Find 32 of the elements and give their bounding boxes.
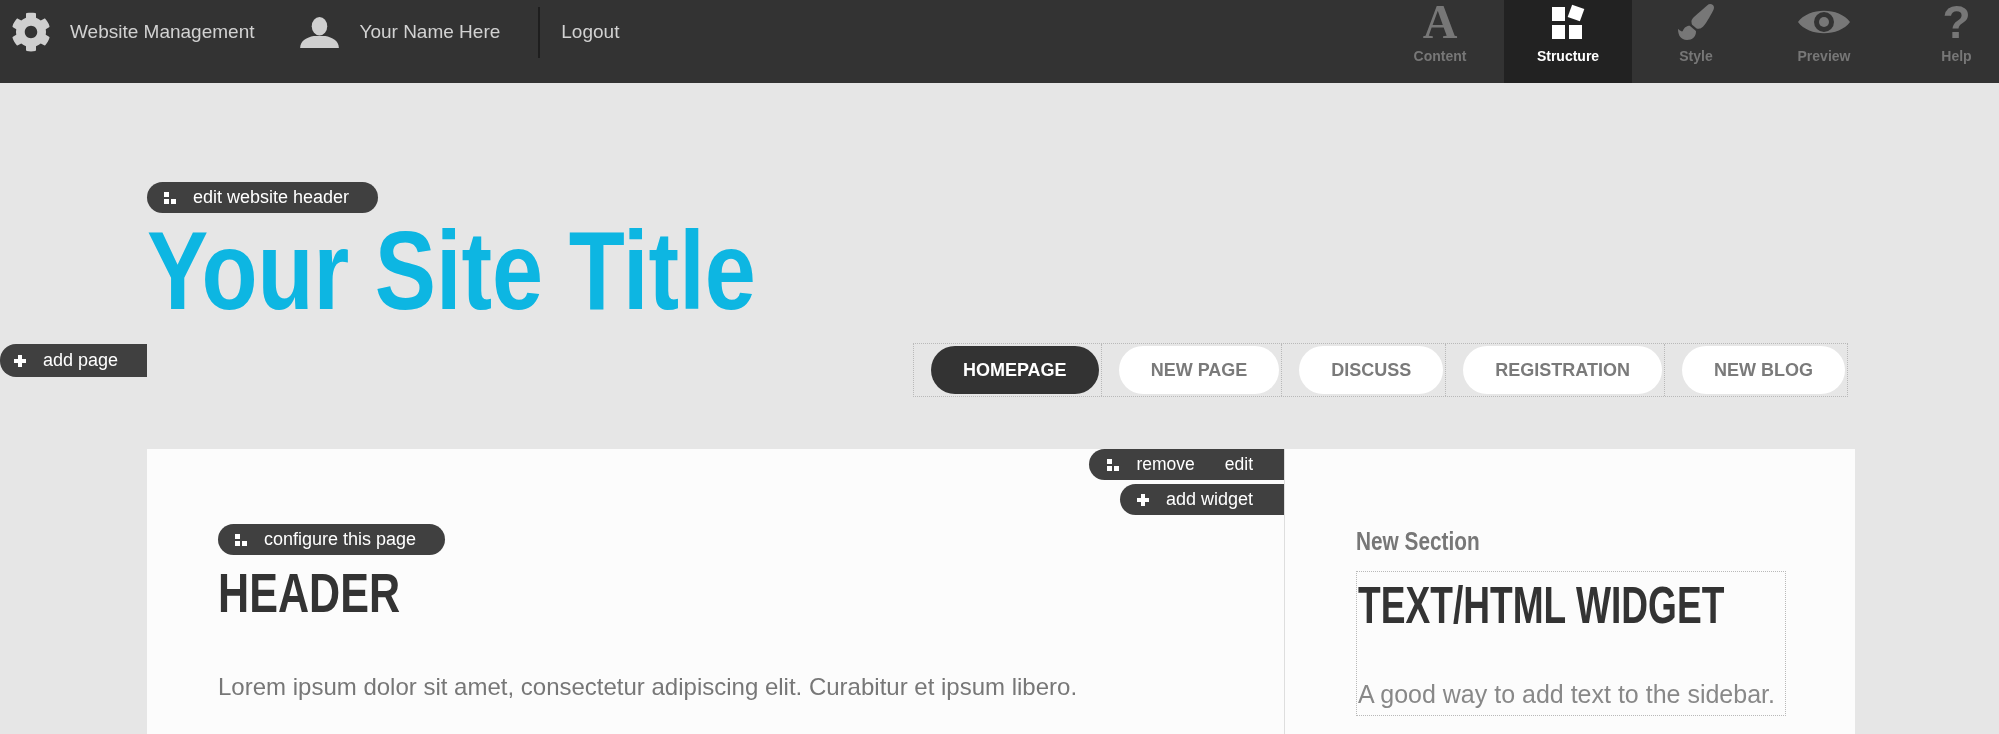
remove-link[interactable]: remove bbox=[1136, 454, 1195, 475]
configure-page-button[interactable]: configure this page bbox=[218, 524, 446, 555]
blocks-icon bbox=[235, 533, 247, 546]
page-heading: HEADER bbox=[218, 565, 401, 621]
logout-link[interactable]: Logout bbox=[561, 21, 620, 43]
plus-icon bbox=[14, 354, 26, 367]
user-name-link[interactable]: Your Name Here bbox=[359, 21, 501, 43]
site-title: Your Site Title bbox=[147, 216, 756, 327]
gear-icon bbox=[11, 12, 51, 52]
tiles-icon bbox=[1551, 4, 1585, 40]
add-widget-button[interactable]: add widget bbox=[1119, 484, 1284, 515]
nav-tab[interactable]: NEW BLOG bbox=[1682, 346, 1845, 394]
management-link[interactable]: Website Management bbox=[70, 21, 255, 43]
nav-tab[interactable]: REGISTRATION bbox=[1463, 346, 1662, 394]
blocks-icon bbox=[164, 191, 176, 204]
section-title: New Section bbox=[1356, 528, 1480, 554]
user-icon bbox=[300, 16, 340, 48]
plus-icon bbox=[1136, 493, 1149, 506]
widget-title: TEXT/HTML WIDGET bbox=[1358, 580, 1725, 631]
add-page-button[interactable]: add page bbox=[0, 344, 148, 377]
body-text: Lorem ipsum dolor sit amet, consectetur adipiscing elit. Curabitur et ipsum libero. bbox=[218, 672, 1078, 702]
help-icon: ? bbox=[1942, 2, 1971, 42]
edit-header-button[interactable]: edit website header bbox=[147, 182, 379, 213]
edit-link[interactable]: edit bbox=[1224, 454, 1253, 475]
nav-tab[interactable]: NEW PAGE bbox=[1118, 346, 1280, 394]
toolbar-tab[interactable]: Structure bbox=[1504, 0, 1632, 83]
nav-tab[interactable]: HOMEPAGE bbox=[930, 346, 1099, 394]
brush-icon bbox=[1678, 4, 1714, 40]
letter-icon: A bbox=[1422, 2, 1458, 42]
blocks-icon bbox=[1107, 458, 1120, 471]
widget-text: A good way to add text to the sidebar. bbox=[1358, 680, 1776, 709]
nav-tab[interactable]: DISCUSS bbox=[1299, 346, 1444, 394]
